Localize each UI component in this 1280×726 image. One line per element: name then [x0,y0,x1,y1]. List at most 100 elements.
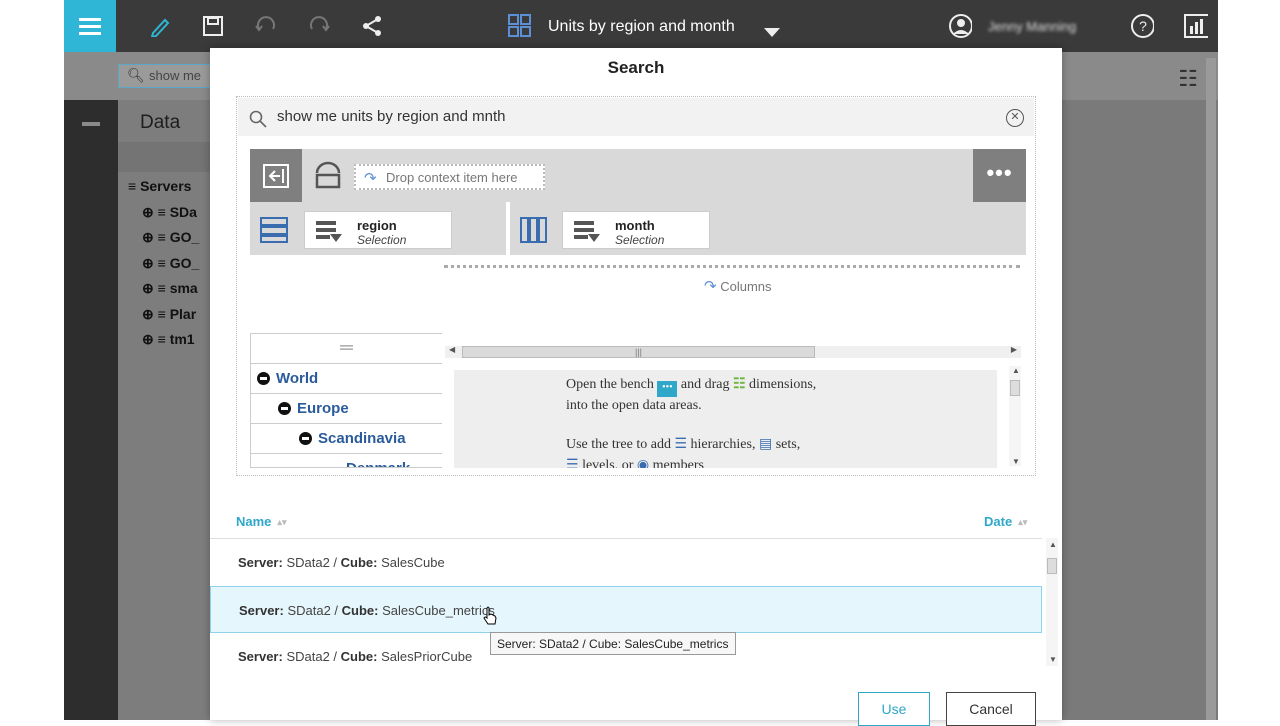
server-item[interactable]: ⊕ ≡ sma [142,280,198,297]
columns-drop-label[interactable]: ↷ Columns [704,277,772,295]
server-item[interactable]: ⊕ ≡ SDa [142,204,197,221]
hierarchy-icon: ☰ [674,437,688,452]
report-title[interactable]: Units by region and month [548,18,735,36]
tree-node-scandinavia[interactable]: Scandinavia [251,424,442,454]
context-icon[interactable] [314,161,342,194]
clear-icon[interactable]: ✕ [1006,109,1024,127]
instruction-line-3: Use the tree to add ☰ hierarchies, ▤ set… [566,437,801,452]
context-drop-zone[interactable]: ↷ Drop context item here [354,164,545,190]
top-toolbar: Units by region and month Jenny Manning … [64,0,1218,52]
help-icon[interactable]: ? [1130,14,1154,38]
redo-icon[interactable] [307,14,331,38]
instruction-line-2: into the open data areas. [566,398,702,413]
date-column-header[interactable]: Date ▴▾ [984,514,1027,529]
context-placeholder: Drop context item here [386,170,518,185]
columns-dimension-chip[interactable]: month Selection [562,211,710,249]
columns-drop-bar[interactable] [444,265,1020,269]
instructions-area: Open the bench ••• and drag ☷ dimensions… [454,370,997,468]
results-scrollbar[interactable]: ▲ ▼ [1046,538,1058,666]
bench-divider [506,202,510,255]
server-item[interactable]: ⊕ ≡ GO_ [142,255,199,272]
set-icon: ▤ [758,437,773,452]
instruction-line-1: Open the bench ••• and drag ☷ dimensions… [566,374,816,397]
pencil-icon[interactable] [148,14,172,38]
data-panel-title: Data [140,112,181,133]
background-search-value: show me [149,68,202,83]
server-item[interactable]: ⊕ ≡ GO_ [142,229,199,246]
content-vertical-scrollbar[interactable]: ▲ ▼ [1009,366,1021,466]
servers-root[interactable]: ≡ Servers [128,178,191,194]
page-scrollbar[interactable] [1206,58,1216,720]
cols-chip-name: month [615,218,655,233]
rows-dimension-chip[interactable]: region Selection [304,211,452,249]
svg-text:?: ? [1139,18,1147,34]
collapse-icon[interactable] [257,372,270,385]
scroll-left-icon[interactable]: ◀ [449,345,455,354]
background-search-input[interactable]: 🔍︎ show me [118,64,214,88]
tree-node-world[interactable]: World [251,364,442,394]
dimension-icon: ☷ [732,377,746,392]
dialog-title: Search [607,58,665,77]
collapse-icon[interactable] [299,432,312,445]
rows-tree: ═ World Europe Scandinavia Denmark [250,333,442,468]
server-icon: ≡ [128,178,141,194]
server-item[interactable]: ⊕ ≡ Plar [142,306,196,323]
tree-node-denmark[interactable]: Denmark [251,454,442,467]
use-button[interactable]: Use [858,692,930,726]
drop-arrow-icon: ↷ [364,170,377,187]
result-tooltip: Server: SData2 / Cube: SalesCube_metrics [490,632,736,655]
share-icon[interactable] [360,14,384,38]
sort-icon[interactable]: ▴▾ [277,517,286,527]
drag-handle-icon[interactable]: ═ [251,334,442,364]
back-to-bench-icon[interactable] [250,149,302,202]
save-icon[interactable] [201,14,225,38]
open-bench-button[interactable]: ••• [973,149,1026,202]
query-text[interactable]: show me units by region and mnth [277,108,505,125]
scroll-up-icon[interactable]: ▲ [1012,366,1020,375]
data-panel: Data ≡ Servers ⊕ ≡ SDa ⊕ ≡ GO_ ⊕ ≡ GO_ ⊕… [118,100,218,720]
caret-down-icon[interactable] [760,20,784,44]
server-item[interactable]: ⊕ ≡ tm1 [142,331,195,348]
selection-icon [574,221,600,242]
drop-arrow-icon: ↷ [704,278,717,295]
search-dialog: Search show me units by region and mnth … [210,48,1062,726]
query-bench: ↷ Drop context item here ••• region Sele… [250,149,1026,255]
search-icon: 🔍︎ [127,67,145,83]
rows-chip-name: region [357,218,397,233]
scroll-up-icon[interactable]: ▲ [1049,540,1057,549]
vertical-scroll-thumb[interactable] [1010,380,1020,396]
horizontal-scrollbar[interactable]: ◀ ||| ▶ [445,345,1021,358]
result-row[interactable]: Server: SData2 / Cube: SalesCube [210,539,1042,586]
data-panel-band [118,142,218,172]
columns-icon [520,217,548,248]
selection-icon [316,221,342,242]
rows-icon [260,217,288,248]
user-name[interactable]: Jenny Manning [988,19,1076,34]
settings-sliders-icon[interactable]: ☷ [1178,66,1198,92]
left-rail [64,100,118,720]
instruction-line-4: ☰ levels, or ◉ members [566,455,704,468]
search-icon [249,110,267,128]
level-icon: ☰ [566,458,579,468]
menu-icon[interactable] [64,0,116,52]
horizontal-scroll-thumb[interactable]: ||| [462,346,815,358]
results-scroll-thumb[interactable] [1047,558,1057,574]
undo-icon[interactable] [254,14,278,38]
scroll-right-icon[interactable]: ▶ [1011,345,1017,354]
sort-icon[interactable]: ▴▾ [1018,517,1027,527]
name-column-header[interactable]: Name ▴▾ [236,514,286,529]
query-search-box[interactable]: show me units by region and mnth ✕ [238,98,1034,136]
tree-node-europe[interactable]: Europe [251,394,442,424]
user-icon[interactable] [948,14,972,38]
dashboard-icon[interactable] [508,14,532,38]
collapse-icon[interactable] [278,402,291,415]
scroll-down-icon[interactable]: ▼ [1012,457,1020,466]
result-row-selected[interactable]: Server: SData2 / Cube: SalesCube_metrics [210,586,1042,633]
scroll-down-icon[interactable]: ▼ [1049,655,1057,664]
chart-icon[interactable] [1184,14,1208,38]
cols-chip-sub: Selection [615,233,665,247]
member-icon: ◉ [636,458,650,468]
collapse-icon[interactable] [82,122,100,126]
cancel-button[interactable]: Cancel [946,692,1036,726]
hand-cursor-icon [483,606,497,625]
